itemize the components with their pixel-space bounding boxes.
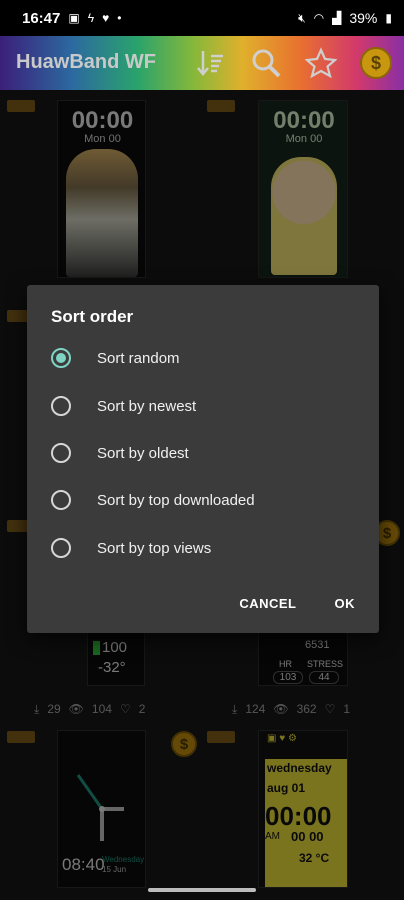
sort-option-top-downloaded[interactable]: Sort by top downloaded	[51, 482, 361, 518]
star-icon	[305, 47, 337, 79]
radio-unselected-icon[interactable]	[51, 538, 71, 558]
app-title: HuawBand WF	[16, 51, 156, 73]
radio-unselected-icon[interactable]	[51, 490, 71, 510]
sort-option-oldest[interactable]: Sort by oldest	[51, 435, 361, 471]
flash-notification-icon: ϟ	[87, 11, 95, 25]
radio-unselected-icon[interactable]	[51, 396, 71, 416]
option-label: Sort by top downloaded	[97, 491, 255, 509]
cancel-button[interactable]: CANCEL	[239, 596, 296, 611]
radio-unselected-icon[interactable]	[51, 443, 71, 463]
coin-icon: $	[360, 47, 392, 79]
battery-percent: 39%	[349, 10, 378, 26]
dialog-actions: CANCEL OK	[239, 596, 355, 611]
sort-option-top-views[interactable]: Sort by top views	[51, 530, 361, 566]
status-bar: 16:47 ▣ ϟ ♥ • 🔇︎ ◠ ▟ 39% ▮	[0, 0, 404, 36]
favorites-button[interactable]	[303, 45, 339, 81]
dot-icon: •	[117, 11, 122, 25]
search-icon	[252, 49, 281, 78]
option-label: Sort by newest	[97, 397, 197, 415]
radio-selected-icon[interactable]	[51, 348, 71, 368]
sort-order-dialog: Sort order Sort random Sort by newest So…	[27, 285, 379, 633]
status-time: 16:47	[22, 9, 61, 27]
sort-download-icon	[197, 51, 223, 76]
battery-icon: ▮	[385, 11, 392, 25]
gesture-nav-bar[interactable]	[148, 888, 256, 892]
option-label: Sort by top views	[97, 539, 212, 557]
dialog-title: Sort order	[51, 307, 134, 326]
option-label: Sort by oldest	[97, 444, 189, 462]
ok-button[interactable]: OK	[335, 596, 356, 611]
signal-icon: ▟	[332, 11, 342, 25]
search-button[interactable]	[248, 45, 284, 81]
wifi-icon: ◠	[313, 11, 325, 25]
app-bar: HuawBand WF $	[0, 36, 404, 90]
gallery-notification-icon: ▣	[68, 11, 80, 25]
sort-option-newest[interactable]: Sort by newest	[51, 388, 361, 424]
option-label: Sort random	[97, 349, 180, 367]
coin-shop-button[interactable]: $	[358, 45, 394, 81]
mute-icon: 🔇︎	[298, 10, 306, 25]
heart-notification-icon: ♥	[102, 11, 110, 25]
sort-button[interactable]	[192, 45, 228, 81]
sort-option-random[interactable]: Sort random	[51, 340, 361, 376]
